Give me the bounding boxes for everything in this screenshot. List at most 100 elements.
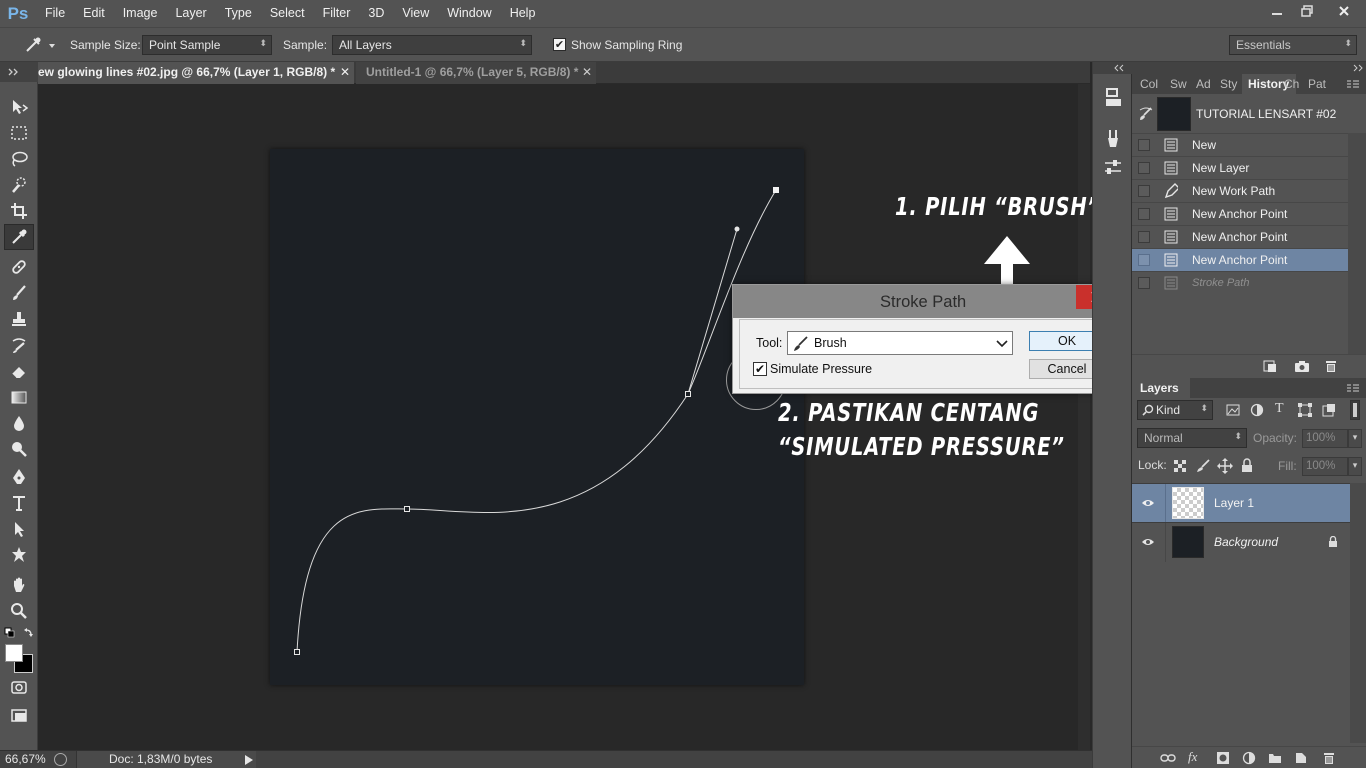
filter-adjustment-icon[interactable]: [1250, 403, 1264, 417]
menu-window[interactable]: Window: [438, 0, 500, 27]
eraser-tool-icon[interactable]: [0, 358, 38, 384]
opacity-input[interactable]: 100%: [1302, 429, 1348, 448]
path-selection-tool-icon[interactable]: [0, 516, 38, 542]
menu-help[interactable]: Help: [501, 0, 545, 27]
custom-shape-tool-icon[interactable]: [0, 542, 38, 568]
menu-view[interactable]: View: [393, 0, 438, 27]
tab-swatches[interactable]: Sw: [1170, 74, 1187, 94]
tool-select[interactable]: Brush: [787, 331, 1013, 355]
history-item[interactable]: New Anchor Point: [1132, 225, 1348, 248]
menu-image[interactable]: Image: [114, 0, 167, 27]
filter-shape-icon[interactable]: [1298, 403, 1312, 417]
zoom-tool-icon[interactable]: [0, 598, 38, 624]
lock-position-icon[interactable]: [1217, 458, 1233, 474]
foreground-color-swatch[interactable]: [5, 644, 23, 662]
brush-panel-icon[interactable]: [1103, 128, 1123, 150]
menu-edit[interactable]: Edit: [74, 0, 114, 27]
menu-3d[interactable]: 3D: [359, 0, 393, 27]
show-sampling-ring-checkbox[interactable]: ✔: [553, 38, 566, 51]
layer-row-selected[interactable]: Layer 1: [1132, 483, 1350, 523]
dialog-title-bar[interactable]: Stroke Path: [733, 285, 1123, 318]
crop-tool-icon[interactable]: [0, 198, 38, 224]
lock-pixels-icon[interactable]: [1195, 458, 1211, 474]
tab-styles[interactable]: Sty: [1220, 74, 1237, 94]
menu-file[interactable]: File: [36, 0, 74, 27]
history-item[interactable]: New Anchor Point: [1132, 202, 1348, 225]
panel-header[interactable]: [1132, 62, 1366, 74]
fill-input[interactable]: 100%: [1302, 457, 1348, 476]
layers-scrollbar[interactable]: [1350, 483, 1366, 743]
tab-adjustments[interactable]: Ad: [1196, 74, 1211, 94]
layer-style-fx-icon[interactable]: fx: [1188, 749, 1197, 765]
history-item[interactable]: New Layer: [1132, 156, 1348, 179]
tab-paths[interactable]: Pat: [1308, 74, 1326, 94]
toolbox-header[interactable]: [0, 62, 38, 82]
lock-all-icon[interactable]: [1241, 458, 1253, 473]
close-tab-icon[interactable]: ✕: [582, 62, 592, 83]
vertical-scrollbar[interactable]: [1078, 84, 1090, 750]
marquee-tool-icon[interactable]: [0, 120, 38, 146]
status-info-icon[interactable]: [54, 753, 67, 766]
layer-row[interactable]: Background: [1132, 522, 1350, 562]
brush-tool-icon[interactable]: [0, 280, 38, 306]
zoom-level[interactable]: 66,67%: [5, 752, 46, 766]
eyedropper-preset-icon[interactable]: [22, 35, 58, 55]
eye-icon[interactable]: [1141, 537, 1155, 547]
history-scrollbar[interactable]: [1348, 133, 1366, 363]
document-tab-active[interactable]: ew glowing lines #02.jpg @ 66,7% (Layer …: [38, 62, 354, 84]
history-item-selected[interactable]: New Anchor Point: [1132, 248, 1348, 271]
document-canvas[interactable]: [270, 149, 804, 685]
history-source-checkbox[interactable]: [1138, 277, 1150, 289]
menu-filter[interactable]: Filter: [314, 0, 360, 27]
camera-icon[interactable]: [1294, 359, 1310, 373]
layer-name[interactable]: Layer 1: [1214, 496, 1254, 510]
history-source-checkbox[interactable]: [1138, 162, 1150, 174]
history-brush-tool-icon[interactable]: [0, 332, 38, 358]
eye-icon[interactable]: [1141, 498, 1155, 508]
document-tab-inactive[interactable]: Untitled-1 @ 66,7% (Layer 5, RGB/8) * ✕: [356, 62, 596, 84]
close-window-button[interactable]: [1322, 0, 1366, 22]
history-item-dimmed[interactable]: Stroke Path: [1132, 271, 1348, 294]
tab-color[interactable]: Col: [1140, 74, 1158, 94]
history-source-checkbox[interactable]: [1138, 208, 1150, 220]
close-tab-icon[interactable]: ✕: [340, 62, 350, 83]
quick-selection-tool-icon[interactable]: [0, 172, 38, 198]
link-layers-icon[interactable]: [1160, 752, 1176, 764]
new-layer-icon[interactable]: [1294, 751, 1308, 765]
quick-mask-icon[interactable]: [0, 674, 38, 700]
clone-stamp-tool-icon[interactable]: [0, 306, 38, 332]
fill-dropdown-icon[interactable]: ▾: [1348, 457, 1362, 476]
workspace-select[interactable]: Essentials ⬍: [1229, 35, 1357, 55]
layer-name[interactable]: Background: [1214, 535, 1278, 549]
simulate-pressure-checkbox[interactable]: ✔: [753, 362, 767, 376]
adjustments-panel-icon[interactable]: [1103, 156, 1123, 178]
menu-select[interactable]: Select: [261, 0, 314, 27]
new-group-icon[interactable]: [1268, 751, 1282, 765]
history-item[interactable]: New: [1132, 133, 1348, 156]
filter-pixel-icon[interactable]: [1226, 403, 1240, 417]
tab-layers[interactable]: Layers: [1132, 378, 1190, 398]
history-source-checkbox[interactable]: [1138, 254, 1150, 266]
history-source-checkbox[interactable]: [1138, 185, 1150, 197]
history-snapshot[interactable]: TUTORIAL LENSART #02: [1132, 94, 1348, 136]
new-adjustment-layer-icon[interactable]: [1242, 751, 1256, 765]
new-document-from-state-icon[interactable]: [1262, 359, 1278, 373]
filter-type-icon[interactable]: T: [1275, 401, 1284, 417]
panel-menu-icon[interactable]: [1346, 382, 1360, 394]
filter-toggle[interactable]: [1350, 400, 1360, 420]
sample-select[interactable]: All Layers ⬍: [332, 35, 532, 55]
tab-channels[interactable]: Ch: [1284, 74, 1299, 94]
type-tool-icon[interactable]: [0, 490, 38, 516]
layer-filter-select[interactable]: Kind ⬍: [1137, 400, 1213, 420]
menu-type[interactable]: Type: [216, 0, 261, 27]
history-brush-source-icon[interactable]: [1138, 106, 1154, 122]
add-mask-icon[interactable]: [1216, 751, 1230, 765]
panel-menu-icon[interactable]: [1346, 78, 1360, 90]
move-tool-icon[interactable]: [0, 94, 38, 120]
gradient-tool-icon[interactable]: [0, 384, 38, 410]
history-item[interactable]: New Work Path: [1132, 179, 1348, 202]
filter-smart-object-icon[interactable]: [1322, 403, 1336, 417]
screen-mode-icon[interactable]: [0, 702, 38, 728]
blend-mode-select[interactable]: Normal ⬍: [1137, 428, 1247, 448]
blur-tool-icon[interactable]: [0, 410, 38, 436]
